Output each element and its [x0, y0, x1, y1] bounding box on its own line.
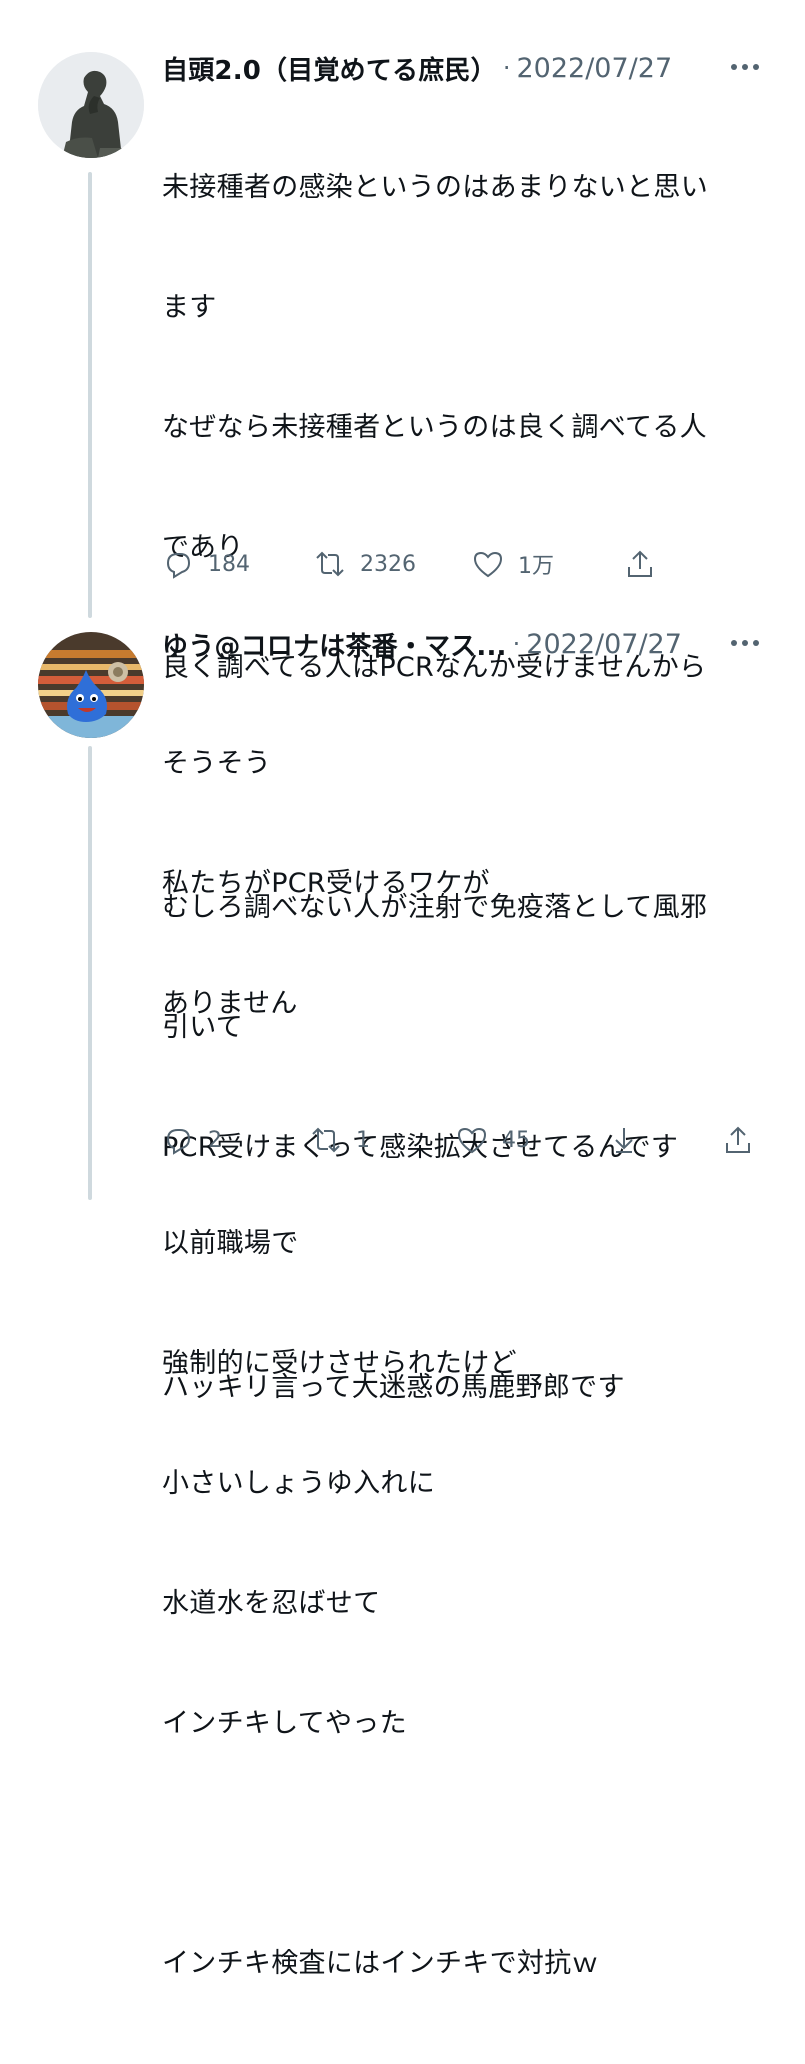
like-count: 1万: [518, 554, 554, 579]
share-button[interactable]: [624, 548, 656, 580]
timestamp[interactable]: 2022/07/27: [517, 53, 673, 84]
text-line: ありません: [162, 988, 298, 1019]
download-icon: [615, 1128, 633, 1153]
text-line: 以前職場で: [162, 1228, 299, 1259]
reply-count: 184: [208, 551, 250, 577]
retweet-count: 1: [356, 1127, 370, 1153]
retweet-icon: [316, 551, 344, 577]
more-options-button[interactable]: [725, 626, 765, 660]
text-line: そうそう: [162, 748, 272, 779]
action-bar: 184 2326 1万: [162, 542, 765, 586]
text-line: 水道水を忍ばせて: [162, 1588, 381, 1619]
text-line: 強制的に受けさせられたけど: [162, 1348, 517, 1379]
reply-button[interactable]: 184: [162, 548, 250, 580]
text-line: ます: [162, 292, 217, 323]
tweet-text: そうそう 私たちがPCR受けるワケが ありません 以前職場で 強制的に受けさせら…: [162, 664, 765, 2064]
tweet-header: ゆう@コロナは茶番・マス... · 2022/07/27: [162, 624, 765, 664]
display-name[interactable]: ゆう@コロナは茶番・マス...: [162, 626, 507, 663]
retweet-icon: [312, 1127, 340, 1153]
text-line: なぜなら未接種者というのは良く調べてる人: [162, 412, 707, 443]
separator-dot: ·: [502, 54, 511, 82]
timestamp[interactable]: 2022/07/27: [526, 629, 682, 660]
like-button[interactable]: 1万: [472, 548, 554, 580]
tweet-1[interactable]: 自頭2.0（目覚めてる庶民） · 2022/07/27 未接種者の感染というのは…: [0, 0, 805, 1403]
share-icon: [726, 1126, 750, 1153]
text-line: 私たちがPCR受けるワケが: [162, 868, 490, 899]
ellipsis-icon: [731, 640, 759, 646]
share-icon: [628, 550, 652, 577]
tweet-header: 自頭2.0（目覚めてる庶民） · 2022/07/27: [162, 48, 765, 88]
thinker-statue-avatar-icon: [38, 52, 144, 158]
avatar[interactable]: [38, 52, 144, 158]
slime-avatar-icon: [38, 632, 144, 738]
retweet-button[interactable]: 1: [310, 1124, 370, 1156]
reply-icon: [166, 553, 191, 579]
separator-dot: ·: [512, 630, 521, 658]
tweet-2[interactable]: ゆう@コロナは茶番・マス... · 2022/07/27 そうそう 私たちがPC…: [0, 610, 805, 1979]
download-button[interactable]: [608, 1124, 640, 1156]
text-line: インチキ検査にはインチキで対抗ｗ: [162, 1948, 599, 1979]
retweet-count: 2326: [360, 551, 416, 577]
text-line: [162, 1824, 765, 1864]
heart-icon: [473, 551, 503, 578]
ellipsis-icon: [731, 64, 759, 70]
more-options-button[interactable]: [725, 50, 765, 84]
reply-icon: [166, 1129, 191, 1155]
like-button[interactable]: 45: [456, 1124, 530, 1156]
heart-icon: [457, 1127, 487, 1154]
reply-button[interactable]: 2: [162, 1124, 222, 1156]
display-name[interactable]: 自頭2.0（目覚めてる庶民）: [162, 50, 497, 87]
avatar[interactable]: [38, 632, 144, 738]
like-count: 45: [502, 1127, 530, 1153]
action-bar: 2 1 45: [162, 1118, 765, 1162]
text-line: インチキしてやった: [162, 1708, 407, 1739]
text-line: 小さいしょうゆ入れに: [162, 1468, 435, 1499]
retweet-button[interactable]: 2326: [314, 548, 416, 580]
text-line: 未接種者の感染というのはあまりないと思い: [162, 172, 708, 203]
share-button[interactable]: [722, 1124, 754, 1156]
reply-count: 2: [208, 1127, 222, 1153]
